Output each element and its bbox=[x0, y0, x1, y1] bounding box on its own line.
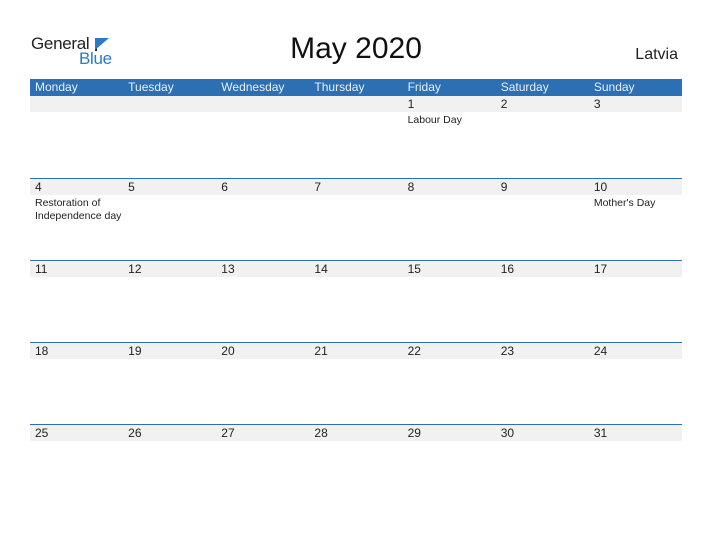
holiday-label bbox=[123, 277, 216, 279]
holiday-label bbox=[496, 277, 589, 279]
day-number: 18 bbox=[35, 344, 49, 358]
holiday-label bbox=[309, 441, 402, 443]
day-number: 9 bbox=[500, 180, 508, 194]
holiday-label bbox=[309, 195, 402, 223]
holiday-label bbox=[216, 441, 309, 443]
holiday-label bbox=[123, 112, 216, 127]
week-row: 11 12 13 14 15 16 17 bbox=[30, 260, 682, 342]
day-number: 20 bbox=[221, 344, 235, 358]
day-number: 11 bbox=[35, 262, 48, 276]
events-strip bbox=[30, 277, 682, 279]
holiday-label bbox=[496, 112, 589, 127]
day-number: 3 bbox=[593, 97, 601, 111]
weekday-monday: Monday bbox=[35, 80, 78, 94]
holiday-label bbox=[309, 359, 402, 361]
events-strip bbox=[30, 441, 682, 443]
day-number: 19 bbox=[128, 344, 142, 358]
holiday-label bbox=[216, 277, 309, 279]
day-number: 13 bbox=[221, 262, 235, 276]
day-number: 15 bbox=[407, 262, 421, 276]
weekday-sunday: Sunday bbox=[593, 80, 635, 94]
holiday-label bbox=[589, 277, 682, 279]
week-row: 25 26 27 28 29 30 31 bbox=[30, 424, 682, 506]
day-number: 8 bbox=[407, 180, 415, 194]
events-strip bbox=[30, 359, 682, 361]
holiday-label bbox=[123, 359, 216, 361]
day-number: 4 bbox=[35, 180, 42, 194]
holiday-label: Labour Day bbox=[407, 114, 462, 126]
holiday-label bbox=[496, 195, 589, 223]
holiday-label bbox=[309, 277, 402, 279]
holiday-label bbox=[216, 112, 309, 127]
week-row: 4 5 6 7 8 9 10 Restoration of Independence day M… bbox=[30, 178, 682, 260]
holiday-label bbox=[216, 195, 309, 223]
date-strip: 11 12 13 14 15 16 17 bbox=[30, 261, 682, 277]
day-number: 12 bbox=[128, 262, 142, 276]
holiday-label bbox=[123, 195, 216, 223]
holiday-label: Restoration of Independence day bbox=[35, 197, 122, 222]
date-strip: 1 2 3 bbox=[30, 96, 682, 112]
day-number: 2 bbox=[500, 97, 508, 111]
day-number: 10 bbox=[593, 180, 608, 194]
calendar-grid: Monday Tuesday Wednesday Thursday Friday… bbox=[30, 79, 682, 506]
day-number: 22 bbox=[407, 344, 421, 358]
holiday-label bbox=[123, 441, 216, 443]
weekday-thursday: Thursday bbox=[314, 80, 365, 94]
events-strip: Restoration of Independence day Mother's … bbox=[30, 195, 682, 223]
day-number: 17 bbox=[593, 262, 608, 276]
day-number: 14 bbox=[314, 262, 328, 276]
day-number: 24 bbox=[593, 344, 608, 358]
day-number: 26 bbox=[128, 426, 142, 440]
holiday-label bbox=[589, 112, 682, 127]
holiday-label bbox=[589, 441, 682, 443]
day-number: 27 bbox=[221, 426, 235, 440]
day-number bbox=[309, 96, 402, 112]
holiday-label bbox=[496, 441, 589, 443]
holiday-label bbox=[309, 112, 402, 127]
day-number bbox=[30, 96, 123, 112]
day-number: 7 bbox=[314, 180, 322, 194]
holiday-label bbox=[30, 441, 123, 443]
holiday-label bbox=[589, 359, 682, 361]
holiday-label bbox=[403, 441, 496, 443]
day-number: 29 bbox=[407, 426, 421, 440]
holiday-label bbox=[403, 195, 496, 223]
country-label: Latvia bbox=[635, 46, 678, 63]
day-number: 1 bbox=[407, 97, 415, 111]
weekday-saturday: Saturday bbox=[500, 80, 549, 94]
calendar-title: May 2020 bbox=[290, 32, 422, 65]
holiday-label: Mother's Day bbox=[593, 197, 656, 209]
date-strip: 18 19 20 21 22 23 24 bbox=[30, 343, 682, 359]
events-strip: Labour Day bbox=[30, 112, 682, 127]
weekday-friday: Friday bbox=[407, 80, 441, 94]
day-number: 28 bbox=[314, 426, 328, 440]
holiday-label bbox=[403, 359, 496, 361]
day-number bbox=[216, 96, 309, 112]
holiday-label bbox=[496, 359, 589, 361]
day-number: 31 bbox=[593, 426, 608, 440]
day-number: 30 bbox=[500, 426, 515, 440]
holiday-label bbox=[216, 359, 309, 361]
day-number: 5 bbox=[128, 180, 135, 194]
holiday-label bbox=[30, 277, 123, 279]
day-number: 23 bbox=[500, 344, 515, 358]
holiday-label bbox=[403, 277, 496, 279]
holiday-label bbox=[30, 359, 123, 361]
weekday-wednesday: Wednesday bbox=[221, 80, 285, 94]
week-row: 18 19 20 21 22 23 24 bbox=[30, 342, 682, 424]
day-number bbox=[123, 96, 216, 112]
weekday-tuesday: Tuesday bbox=[128, 80, 174, 94]
holiday-label bbox=[30, 112, 123, 127]
week-row: 1 2 3 Labour Day bbox=[30, 96, 682, 178]
day-number: 25 bbox=[35, 426, 49, 440]
day-number: 21 bbox=[314, 344, 328, 358]
date-strip: 4 5 6 7 8 9 10 bbox=[30, 179, 682, 195]
day-number: 6 bbox=[221, 180, 228, 194]
weekday-header: Monday Tuesday Wednesday Thursday Friday… bbox=[30, 79, 682, 96]
day-number: 16 bbox=[500, 262, 515, 276]
date-strip: 25 26 27 28 29 30 31 bbox=[30, 425, 682, 441]
